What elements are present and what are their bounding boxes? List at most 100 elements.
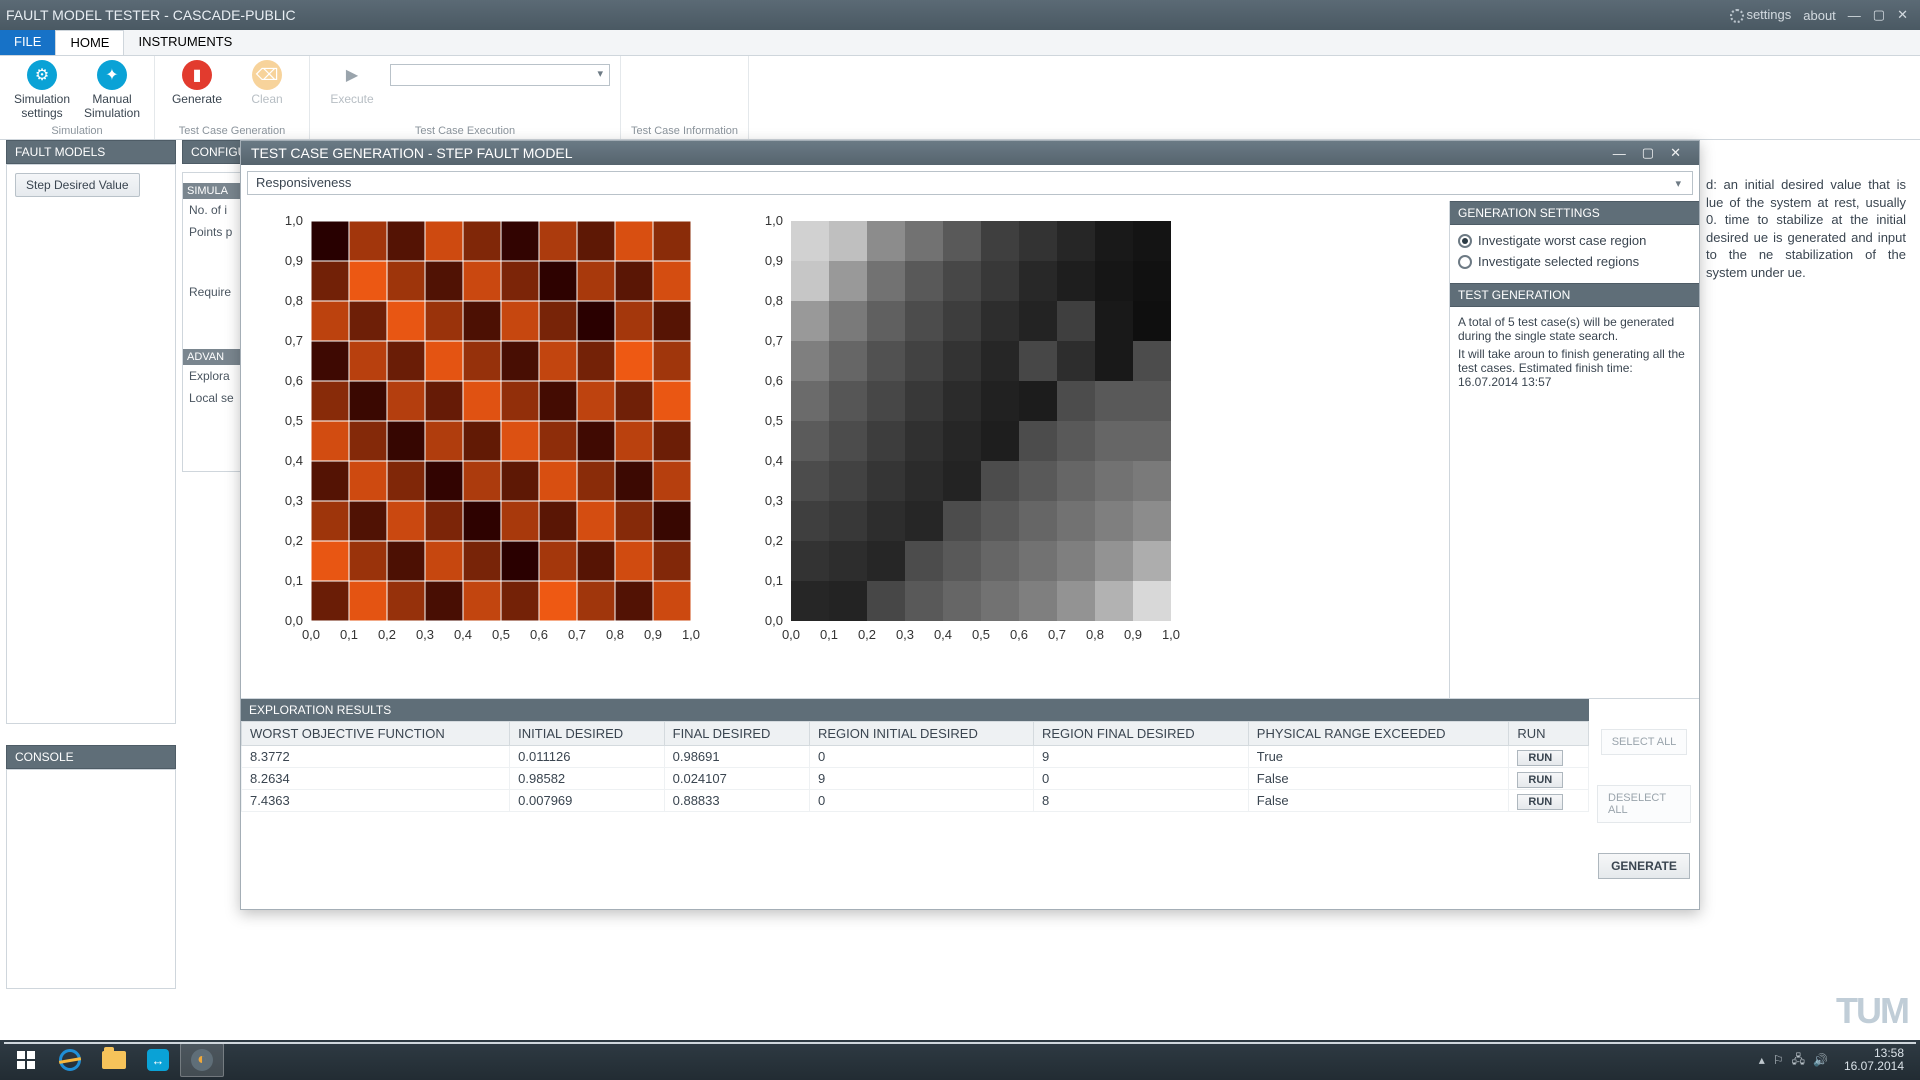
col-finald[interactable]: FINAL DESIRED: [664, 722, 809, 746]
menu-home[interactable]: HOME: [55, 30, 124, 55]
svg-text:0,9: 0,9: [644, 627, 662, 642]
modal-minimize-button[interactable]: —: [1605, 146, 1634, 161]
svg-text:0,5: 0,5: [492, 627, 510, 642]
modal-close-button[interactable]: ✕: [1662, 145, 1689, 161]
modal-maximize-button[interactable]: ▢: [1634, 145, 1662, 161]
svg-text:0,3: 0,3: [765, 493, 783, 508]
maximize-button[interactable]: ▢: [1867, 7, 1891, 23]
about-link[interactable]: about: [1797, 8, 1842, 23]
svg-text:0,8: 0,8: [285, 293, 303, 308]
heatmap-left: 0,00,10,20,30,40,50,60,70,80,91,00,00,10…: [261, 211, 701, 651]
inner-border: [4, 1042, 1916, 1044]
step-desired-value-button[interactable]: Step Desired Value: [15, 173, 140, 197]
generate-tests-button[interactable]: GENERATE: [1598, 853, 1690, 879]
gear-icon: ⚙: [27, 60, 57, 90]
test-generation-header: TEST GENERATION: [1450, 283, 1699, 307]
clean-button[interactable]: ⌫ Clean: [235, 60, 299, 106]
select-all-button[interactable]: SELECT ALL: [1601, 729, 1688, 755]
gear-icon: [1730, 9, 1744, 23]
radio-icon: [1458, 234, 1472, 248]
exploration-results-header: EXPLORATION RESULTS: [241, 699, 1589, 721]
windows-icon: [17, 1051, 35, 1069]
svg-text:0,8: 0,8: [1086, 627, 1104, 642]
localsearch-label: Local se: [189, 391, 239, 405]
tum-logo: TUM: [1836, 990, 1908, 1032]
svg-text:0,0: 0,0: [782, 627, 800, 642]
taskbar-app[interactable]: [180, 1043, 224, 1077]
run-button[interactable]: RUN: [1517, 794, 1563, 810]
svg-text:0,2: 0,2: [765, 533, 783, 548]
taskbar-explorer[interactable]: [92, 1043, 136, 1077]
deselect-all-button[interactable]: DESELECT ALL: [1597, 785, 1691, 823]
objective-select[interactable]: Responsiveness: [247, 171, 1693, 195]
svg-text:0,9: 0,9: [765, 253, 783, 268]
ribbon: ⚙ Simulation settings ✦ Manual Simulatio…: [0, 56, 1920, 140]
test-case-generation-window: TEST CASE GENERATION - STEP FAULT MODEL …: [240, 140, 1700, 910]
col-phys[interactable]: PHYSICAL RANGE EXCEEDED: [1248, 722, 1509, 746]
manual-icon: ✦: [97, 60, 127, 90]
svg-text:0,3: 0,3: [416, 627, 434, 642]
exploration-results-table: WORST OBJECTIVE FUNCTION INITIAL DESIRED…: [241, 721, 1589, 812]
execute-target-combo[interactable]: [390, 64, 610, 86]
svg-text:0,3: 0,3: [285, 493, 303, 508]
minimize-button[interactable]: —: [1842, 8, 1867, 23]
col-regi[interactable]: REGION INITIAL DESIRED: [809, 722, 1033, 746]
svg-text:1,0: 1,0: [682, 627, 700, 642]
play-icon: ▶: [337, 60, 367, 90]
ribbon-group-generation: Test Case Generation: [165, 125, 299, 139]
broom-icon: ⌫: [252, 60, 282, 90]
svg-text:0,7: 0,7: [1048, 627, 1066, 642]
app-title: FAULT MODEL TESTER - CASCADE-PUBLIC: [6, 7, 296, 23]
close-button[interactable]: ✕: [1891, 7, 1914, 23]
taskbar-ie[interactable]: [48, 1043, 92, 1077]
svg-text:0,1: 0,1: [820, 627, 838, 642]
simulation-subheader: SIMULA: [183, 183, 245, 199]
run-button[interactable]: RUN: [1517, 772, 1563, 788]
col-initd[interactable]: INITIAL DESIRED: [510, 722, 664, 746]
simulation-settings-button[interactable]: ⚙ Simulation settings: [10, 60, 74, 120]
opt-selected-regions[interactable]: Investigate selected regions: [1458, 254, 1691, 269]
table-row[interactable]: 7.43630.0079690.8883308FalseRUN: [242, 790, 1589, 812]
col-regf[interactable]: REGION FINAL DESIRED: [1033, 722, 1248, 746]
svg-text:0,9: 0,9: [285, 253, 303, 268]
menu-file[interactable]: FILE: [0, 30, 55, 55]
table-row[interactable]: 8.26340.985820.02410790FalseRUN: [242, 768, 1589, 790]
taskbar-clock[interactable]: 13:58 16.07.2014: [1836, 1047, 1912, 1073]
svg-text:0,5: 0,5: [285, 413, 303, 428]
svg-text:0,6: 0,6: [1010, 627, 1028, 642]
col-run[interactable]: RUN: [1509, 722, 1589, 746]
svg-text:0,2: 0,2: [285, 533, 303, 548]
svg-text:0,0: 0,0: [302, 627, 320, 642]
tray-chevron-icon[interactable]: ▴: [1759, 1053, 1765, 1067]
svg-text:0,0: 0,0: [285, 613, 303, 628]
svg-text:0,4: 0,4: [285, 453, 303, 468]
manual-simulation-button[interactable]: ✦ Manual Simulation: [80, 60, 144, 120]
table-row[interactable]: 8.37720.0111260.9869109TrueRUN: [242, 746, 1589, 768]
settings-link[interactable]: settings: [1724, 7, 1797, 23]
tray-flag-icon[interactable]: ⚐: [1773, 1053, 1784, 1067]
opt-worst-case[interactable]: Investigate worst case region: [1458, 233, 1691, 248]
tg-text1: A total of 5 test case(s) will be genera…: [1458, 315, 1691, 343]
heatmap-right: 0,00,10,20,30,40,50,60,70,80,91,00,00,10…: [741, 211, 1181, 651]
app-icon: [191, 1049, 213, 1071]
title-bar: FAULT MODEL TESTER - CASCADE-PUBLIC sett…: [0, 0, 1920, 30]
svg-text:0,0: 0,0: [765, 613, 783, 628]
taskbar: ▴ ⚐ 🖧 🔊 13:58 16.07.2014: [0, 1040, 1920, 1080]
svg-text:0,6: 0,6: [765, 373, 783, 388]
taskbar-teamviewer[interactable]: [136, 1043, 180, 1077]
col-wof[interactable]: WORST OBJECTIVE FUNCTION: [242, 722, 510, 746]
tg-text2: It will take aroun to finish generating …: [1458, 347, 1691, 389]
ribbon-group-execution: Test Case Execution: [320, 125, 610, 139]
run-button[interactable]: RUN: [1517, 750, 1563, 766]
svg-text:0,2: 0,2: [858, 627, 876, 642]
menu-instruments[interactable]: INSTRUMENTS: [124, 30, 246, 55]
tray-volume-icon[interactable]: 🔊: [1813, 1053, 1828, 1067]
start-button[interactable]: [4, 1043, 48, 1077]
svg-text:1,0: 1,0: [285, 213, 303, 228]
svg-text:0,1: 0,1: [765, 573, 783, 588]
svg-text:0,1: 0,1: [285, 573, 303, 588]
svg-text:0,6: 0,6: [285, 373, 303, 388]
tray-network-icon[interactable]: 🖧: [1792, 1050, 1805, 1071]
generate-button[interactable]: ▮ Generate: [165, 60, 229, 106]
execute-button[interactable]: ▶ Execute: [320, 60, 384, 106]
